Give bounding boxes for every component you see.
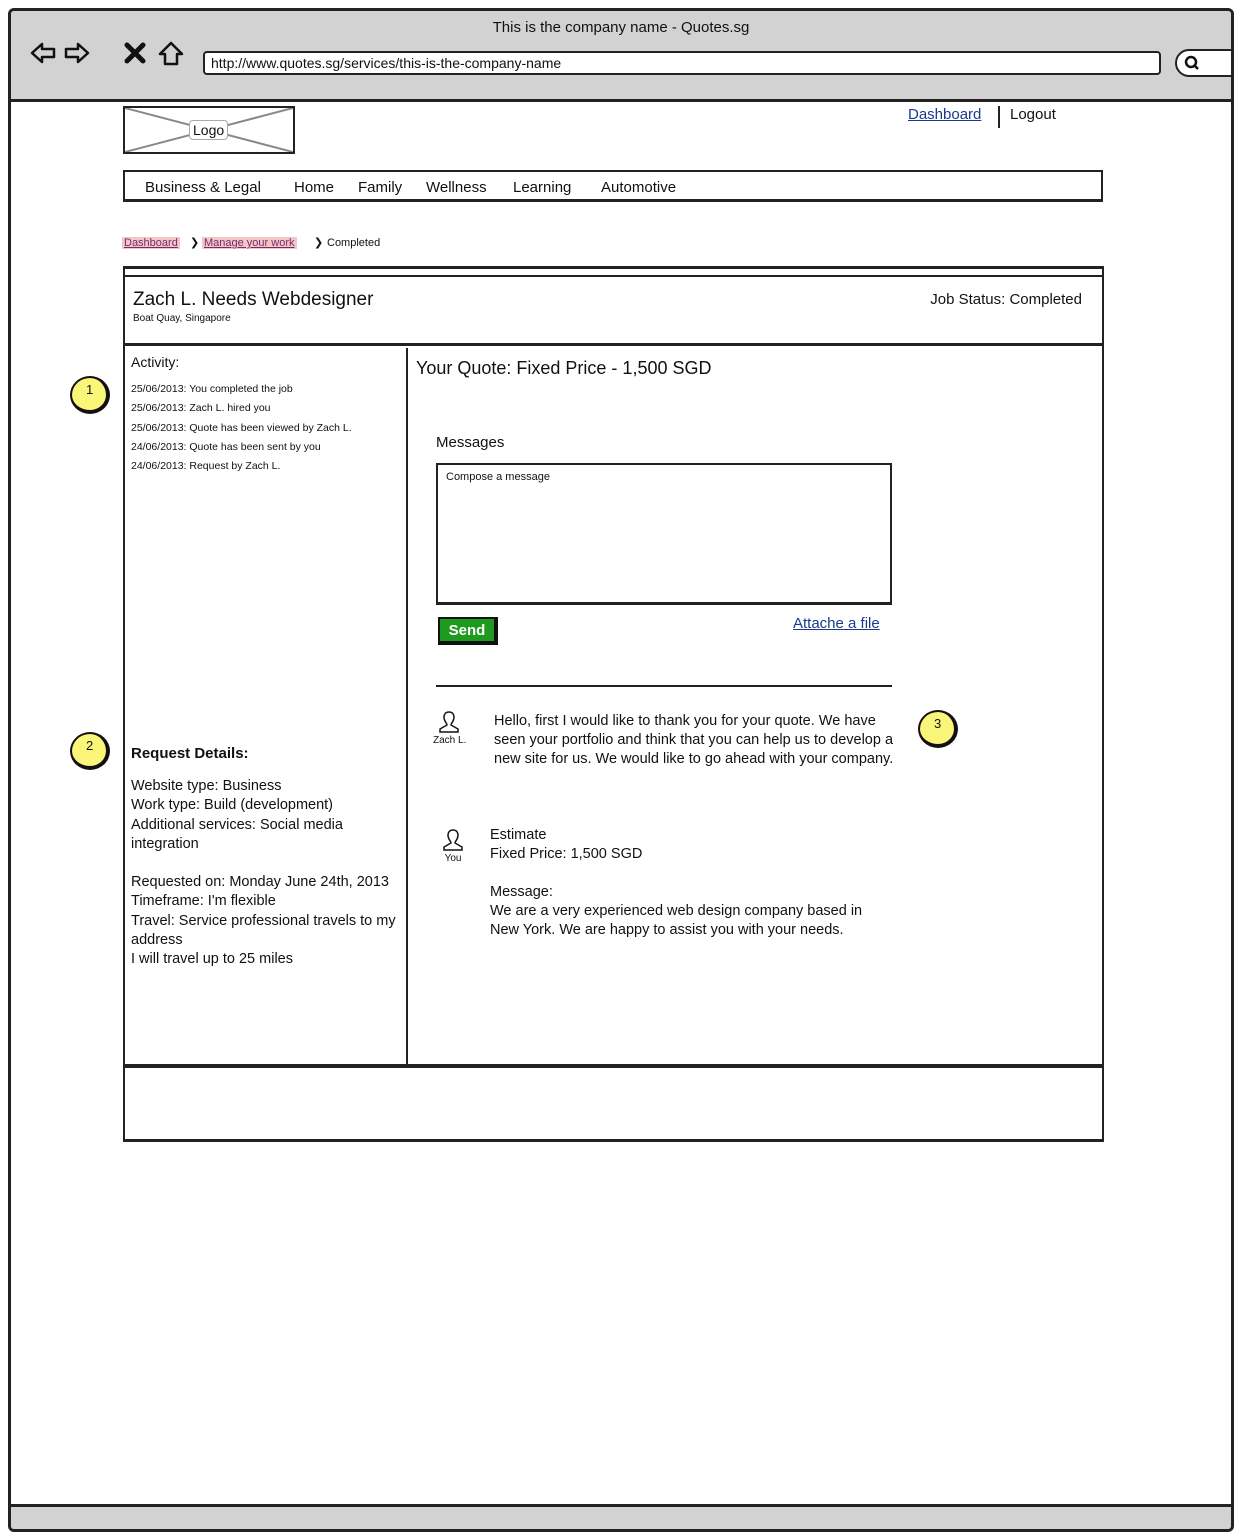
header-divider (998, 106, 1000, 128)
logo-placeholder[interactable]: Logo (123, 106, 295, 154)
job-header: Zach L. Needs Webdesigner Boat Quay, Sin… (123, 266, 1104, 345)
attach-file-link[interactable]: Attache a file (793, 615, 880, 632)
address-bar[interactable]: http://www.quotes.sg/services/this-is-th… (203, 51, 1161, 75)
nav-item-business-legal[interactable]: Business & Legal (145, 179, 261, 196)
requested-on: Requested on: Monday June 24th, 2013 (131, 874, 389, 891)
stop-x-icon[interactable] (121, 39, 149, 67)
browser-status-bar (11, 1504, 1231, 1529)
category-nav: Business & Legal Home Family Wellness Le… (123, 170, 1103, 202)
dashboard-link[interactable]: Dashboard (908, 106, 981, 123)
job-location: Boat Quay, Singapore (133, 313, 231, 324)
timeframe: Timeframe: I'm flexible (131, 893, 276, 910)
travel-distance: I will travel up to 25 miles (131, 951, 293, 968)
header-rule (125, 275, 1102, 277)
footer-panel (123, 1065, 1104, 1142)
browser-search-field[interactable] (1175, 49, 1231, 77)
nav-item-automotive[interactable]: Automotive (601, 179, 676, 196)
send-button[interactable]: Send (438, 617, 498, 645)
estimate-label: Estimate (490, 827, 547, 843)
avatar: Zach L. (433, 710, 467, 746)
nav-item-wellness[interactable]: Wellness (426, 179, 487, 196)
search-icon (1184, 55, 1199, 70)
message-author: Zach L. (433, 735, 467, 746)
work-type: Work type: Build (development) (131, 797, 334, 814)
message-text: We are a very experienced web design com… (490, 903, 863, 938)
user-icon (443, 829, 463, 851)
user-icon (439, 711, 459, 733)
back-arrow-icon[interactable] (29, 39, 57, 67)
breadcrumb-dashboard-link[interactable]: Dashboard (122, 237, 180, 249)
message-text: Hello, first I would like to thank you f… (494, 713, 894, 767)
annotation-marker-2: 2 (70, 732, 110, 770)
breadcrumb-current: Completed (327, 237, 381, 249)
activity-heading: Activity: (131, 354, 180, 370)
message-label: Message: (490, 884, 553, 900)
quote-title: Your Quote: Fixed Price - 1,500 SGD (416, 358, 712, 378)
window-title: This is the company name - Quotes.sg (492, 19, 750, 36)
job-content-panel: Activity: 25/06/2013: You completed the … (123, 344, 1104, 1066)
job-title: Zach L. Needs Webdesigner (133, 289, 374, 310)
nav-item-learning[interactable]: Learning (513, 179, 571, 196)
activity-item: 25/06/2013: You completed the job (131, 383, 293, 395)
estimate-price: Fixed Price: 1,500 SGD (490, 846, 643, 862)
travel: Travel: Service professional travels to … (131, 912, 396, 949)
annotation-marker-1: 1 (70, 376, 110, 414)
logout-link[interactable]: Logout (1010, 106, 1056, 123)
chevron-right-icon: ❯ (190, 237, 200, 249)
nav-item-family[interactable]: Family (358, 179, 402, 196)
breadcrumb-manage-work-link[interactable]: Manage your work (202, 237, 297, 249)
chevron-right-icon: ❯ (314, 237, 324, 249)
annotation-marker-3: 3 (918, 710, 958, 748)
activity-item: 24/06/2013: Quote has been sent by you (131, 440, 321, 453)
compose-message-input[interactable] (436, 463, 892, 605)
website-type: Website type: Business (131, 778, 282, 794)
request-details-heading: Request Details: (131, 745, 249, 762)
activity-list: 25/06/2013: You completed the job 25/06/… (131, 380, 352, 476)
job-status: Job Status: Completed (930, 291, 1082, 308)
message-author: You (444, 853, 462, 864)
column-divider (406, 348, 408, 1064)
home-icon[interactable] (157, 39, 185, 67)
avatar: You (437, 828, 469, 864)
thread-divider (436, 685, 892, 687)
nav-item-home[interactable]: Home (294, 179, 334, 196)
additional-services: Additional services: Social media integr… (131, 816, 343, 852)
activity-item: 25/06/2013: Quote has been viewed by Zac… (131, 421, 352, 434)
logo-label: Logo (189, 120, 229, 140)
request-details: Website type: Business Work type: Build … (131, 777, 403, 970)
activity-item: 24/06/2013: Request by Zach L. (131, 460, 281, 473)
forward-arrow-icon[interactable] (63, 39, 91, 67)
browser-toolbar: This is the company name - Quotes.sg htt… (11, 11, 1231, 102)
activity-item: 25/06/2013: Zach L. hired you (131, 402, 271, 415)
messages-heading: Messages (436, 434, 505, 451)
estimate-message: Estimate Fixed Price: 1,500 SGD Message:… (490, 826, 890, 940)
